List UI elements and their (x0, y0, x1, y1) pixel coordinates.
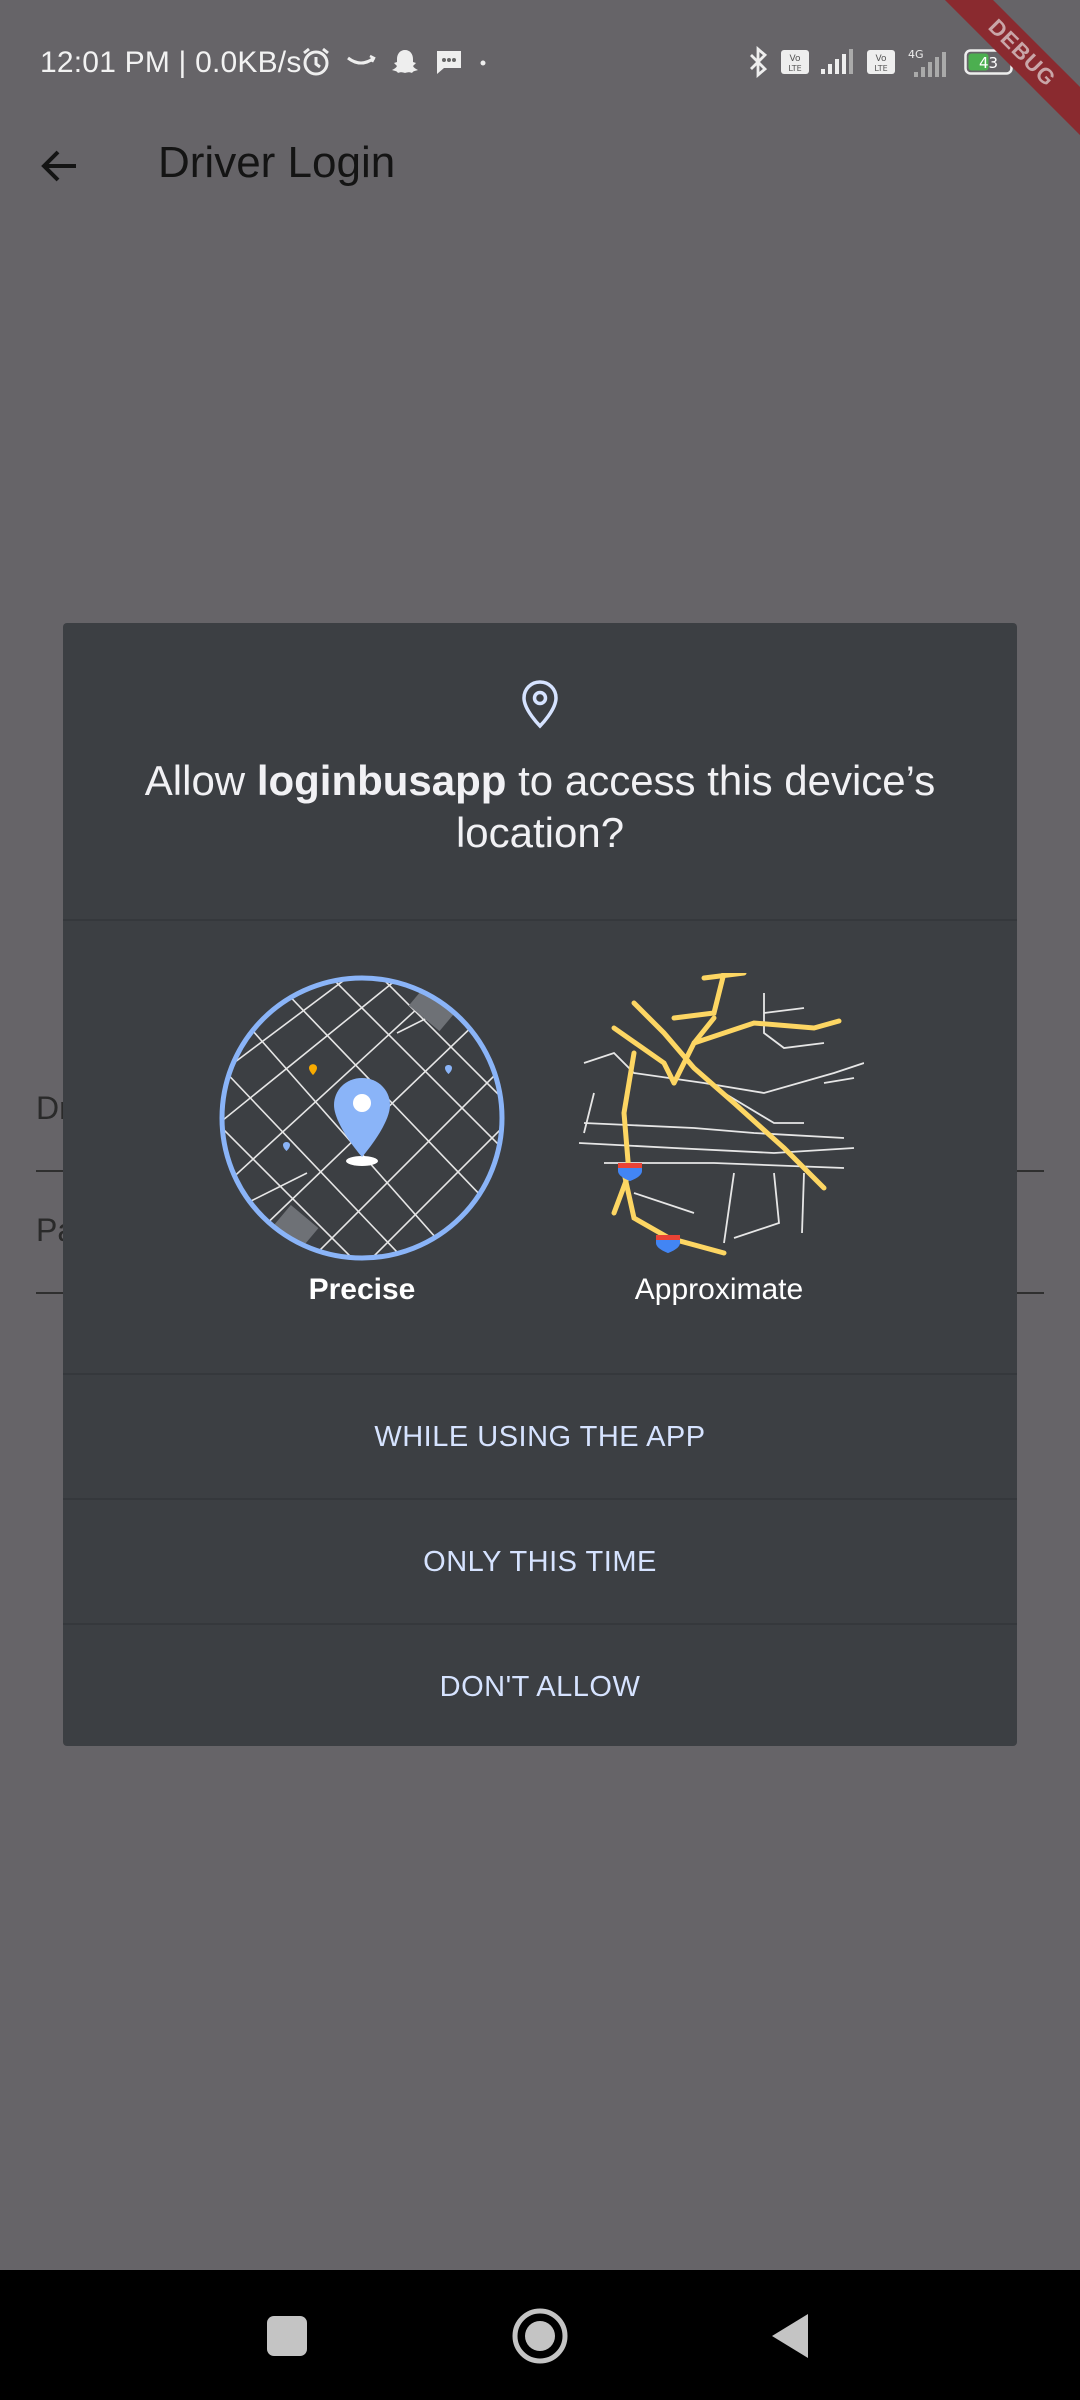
back-nav-button[interactable] (762, 2306, 822, 2366)
location-pin-icon (519, 679, 561, 729)
triangle-back-icon (772, 2314, 808, 2358)
bluetooth-icon (746, 45, 770, 83)
svg-text:LTE: LTE (788, 64, 801, 73)
status-left-icons (300, 46, 488, 82)
status-bar: 12:01 PM | 0.0KB/s Vo LTE Vo LTE 4G 43 (0, 0, 1080, 130)
app-bar: Driver Login (0, 120, 1080, 206)
home-circle-icon (512, 2308, 568, 2364)
back-arrow-icon (41, 150, 76, 182)
battery-level: 43 (979, 54, 998, 72)
location-permission-dialog: Allow loginbusapp to access this device’… (63, 623, 1017, 1746)
square-icon (267, 2316, 307, 2356)
status-time: 12:01 PM | 0.0KB/s (40, 46, 302, 79)
svg-text:Vo: Vo (876, 54, 887, 64)
precise-option[interactable]: Precise (212, 973, 512, 1353)
alarm-icon (300, 46, 332, 83)
dialog-app-name: loginbusapp (256, 757, 507, 804)
recents-button[interactable] (257, 2306, 317, 2366)
amazon-icon (346, 52, 376, 77)
dialog-title: Allow loginbusapp to access this device’… (103, 755, 977, 859)
dialog-title-prefix: Allow (144, 757, 257, 804)
message-icon (434, 48, 464, 81)
signal-icon (820, 48, 856, 80)
only-this-time-button[interactable]: ONLY THIS TIME (63, 1500, 1017, 1624)
approximate-map-icon (578, 973, 864, 1256)
dialog-title-suffix: to access this device’s location? (455, 757, 936, 856)
approximate-label: Approximate (634, 1273, 804, 1306)
back-button[interactable] (36, 142, 84, 190)
svg-text:Vo: Vo (790, 54, 801, 64)
signal-icon-2: 4G (906, 46, 954, 83)
while-using-app-button[interactable]: WHILE USING THE APP (63, 1375, 1017, 1499)
home-button[interactable] (510, 2306, 570, 2366)
dont-allow-button[interactable]: DON'T ALLOW (63, 1625, 1017, 1749)
snapchat-icon (390, 47, 420, 82)
precise-map-icon (219, 975, 505, 1261)
precise-label: Precise (308, 1273, 416, 1306)
dialog-divider (63, 919, 1017, 921)
dot-icon (478, 55, 488, 73)
volte-icon-2: Vo LTE (866, 49, 896, 80)
volte-icon: Vo LTE (780, 49, 810, 80)
network-type-label: 4G (908, 48, 924, 61)
navigation-bar (0, 2270, 1080, 2400)
page-title: Driver Login (158, 138, 396, 187)
svg-text:LTE: LTE (874, 64, 887, 73)
approximate-option[interactable]: Approximate (569, 973, 869, 1353)
